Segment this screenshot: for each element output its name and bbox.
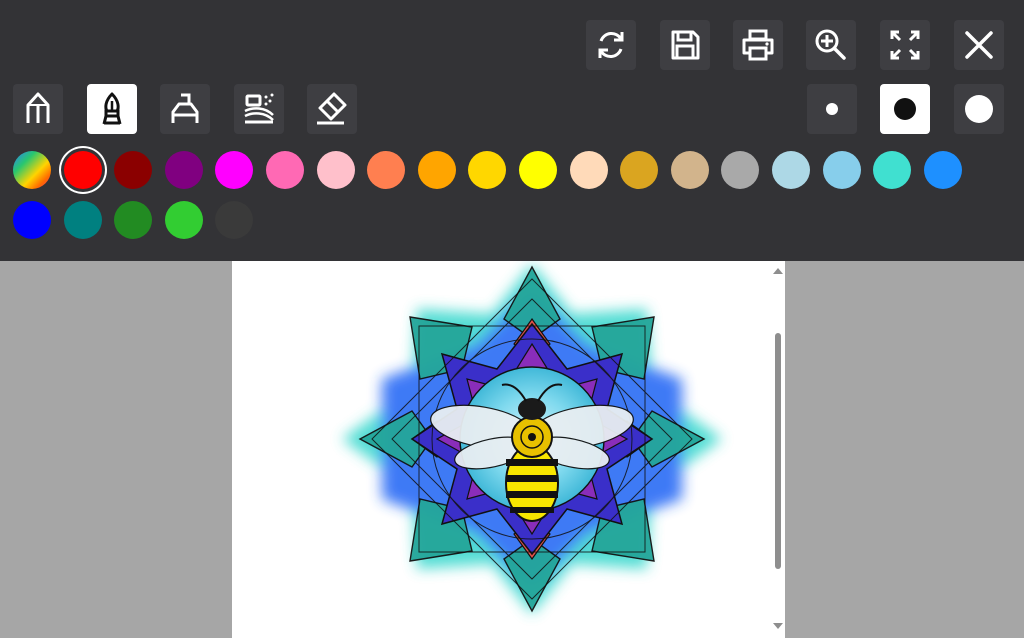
color-swatch[interactable] xyxy=(468,151,506,189)
refresh-button[interactable] xyxy=(586,20,636,70)
brush-size-large[interactable] xyxy=(954,84,1004,134)
color-swatch[interactable] xyxy=(13,151,51,189)
color-swatch[interactable] xyxy=(418,151,456,189)
print-button[interactable] xyxy=(733,20,783,70)
color-swatch[interactable] xyxy=(772,151,810,189)
color-swatch[interactable] xyxy=(266,151,304,189)
color-swatch[interactable] xyxy=(671,151,709,189)
zoom-in-button[interactable] xyxy=(806,20,856,70)
color-swatch[interactable] xyxy=(165,151,203,189)
vertical-scrollbar[interactable] xyxy=(770,261,785,638)
color-swatch[interactable] xyxy=(873,151,911,189)
close-button[interactable] xyxy=(954,20,1004,70)
color-swatch[interactable] xyxy=(165,201,203,239)
color-swatch[interactable] xyxy=(114,151,152,189)
color-swatch[interactable] xyxy=(215,201,253,239)
large-dot-icon xyxy=(965,95,993,123)
zoom-in-icon xyxy=(815,29,846,60)
save-icon xyxy=(671,30,700,60)
marker-icon xyxy=(171,93,199,123)
scroll-up-arrow-icon[interactable] xyxy=(773,268,783,274)
color-swatch[interactable] xyxy=(215,151,253,189)
coloring-page[interactable] xyxy=(232,261,785,638)
refresh-icon xyxy=(598,32,624,58)
medium-dot-icon xyxy=(894,98,916,120)
color-swatch[interactable] xyxy=(519,151,557,189)
brush-size-small[interactable] xyxy=(807,84,857,134)
fullscreen-icon xyxy=(890,30,920,60)
bee-mandala-artwork xyxy=(342,264,722,614)
brush-size-medium[interactable] xyxy=(880,84,930,134)
brush-icon xyxy=(102,92,122,125)
scroll-thumb[interactable] xyxy=(775,333,781,569)
print-icon xyxy=(742,29,774,61)
marker-tool[interactable] xyxy=(160,84,210,134)
color-swatch[interactable] xyxy=(924,151,962,189)
pencil-tool[interactable] xyxy=(13,84,63,134)
color-swatch[interactable] xyxy=(317,151,355,189)
save-button[interactable] xyxy=(660,20,710,70)
color-swatch[interactable] xyxy=(13,201,51,239)
color-swatch[interactable] xyxy=(823,151,861,189)
spray-icon xyxy=(244,93,274,124)
brush-tool[interactable] xyxy=(87,84,137,134)
color-swatch[interactable] xyxy=(64,151,102,189)
eraser-tool[interactable] xyxy=(307,84,357,134)
pencil-icon xyxy=(26,92,50,123)
spray-tool[interactable] xyxy=(234,84,284,134)
scroll-down-arrow-icon[interactable] xyxy=(773,623,783,629)
color-swatch[interactable] xyxy=(570,151,608,189)
eraser-icon xyxy=(317,92,347,125)
toolbar xyxy=(0,0,1024,261)
color-swatch[interactable] xyxy=(367,151,405,189)
color-swatch[interactable] xyxy=(114,201,152,239)
close-icon xyxy=(965,31,993,59)
small-dot-icon xyxy=(826,103,838,115)
fullscreen-button[interactable] xyxy=(880,20,930,70)
color-swatch[interactable] xyxy=(721,151,759,189)
color-swatch[interactable] xyxy=(64,201,102,239)
color-swatch[interactable] xyxy=(620,151,658,189)
